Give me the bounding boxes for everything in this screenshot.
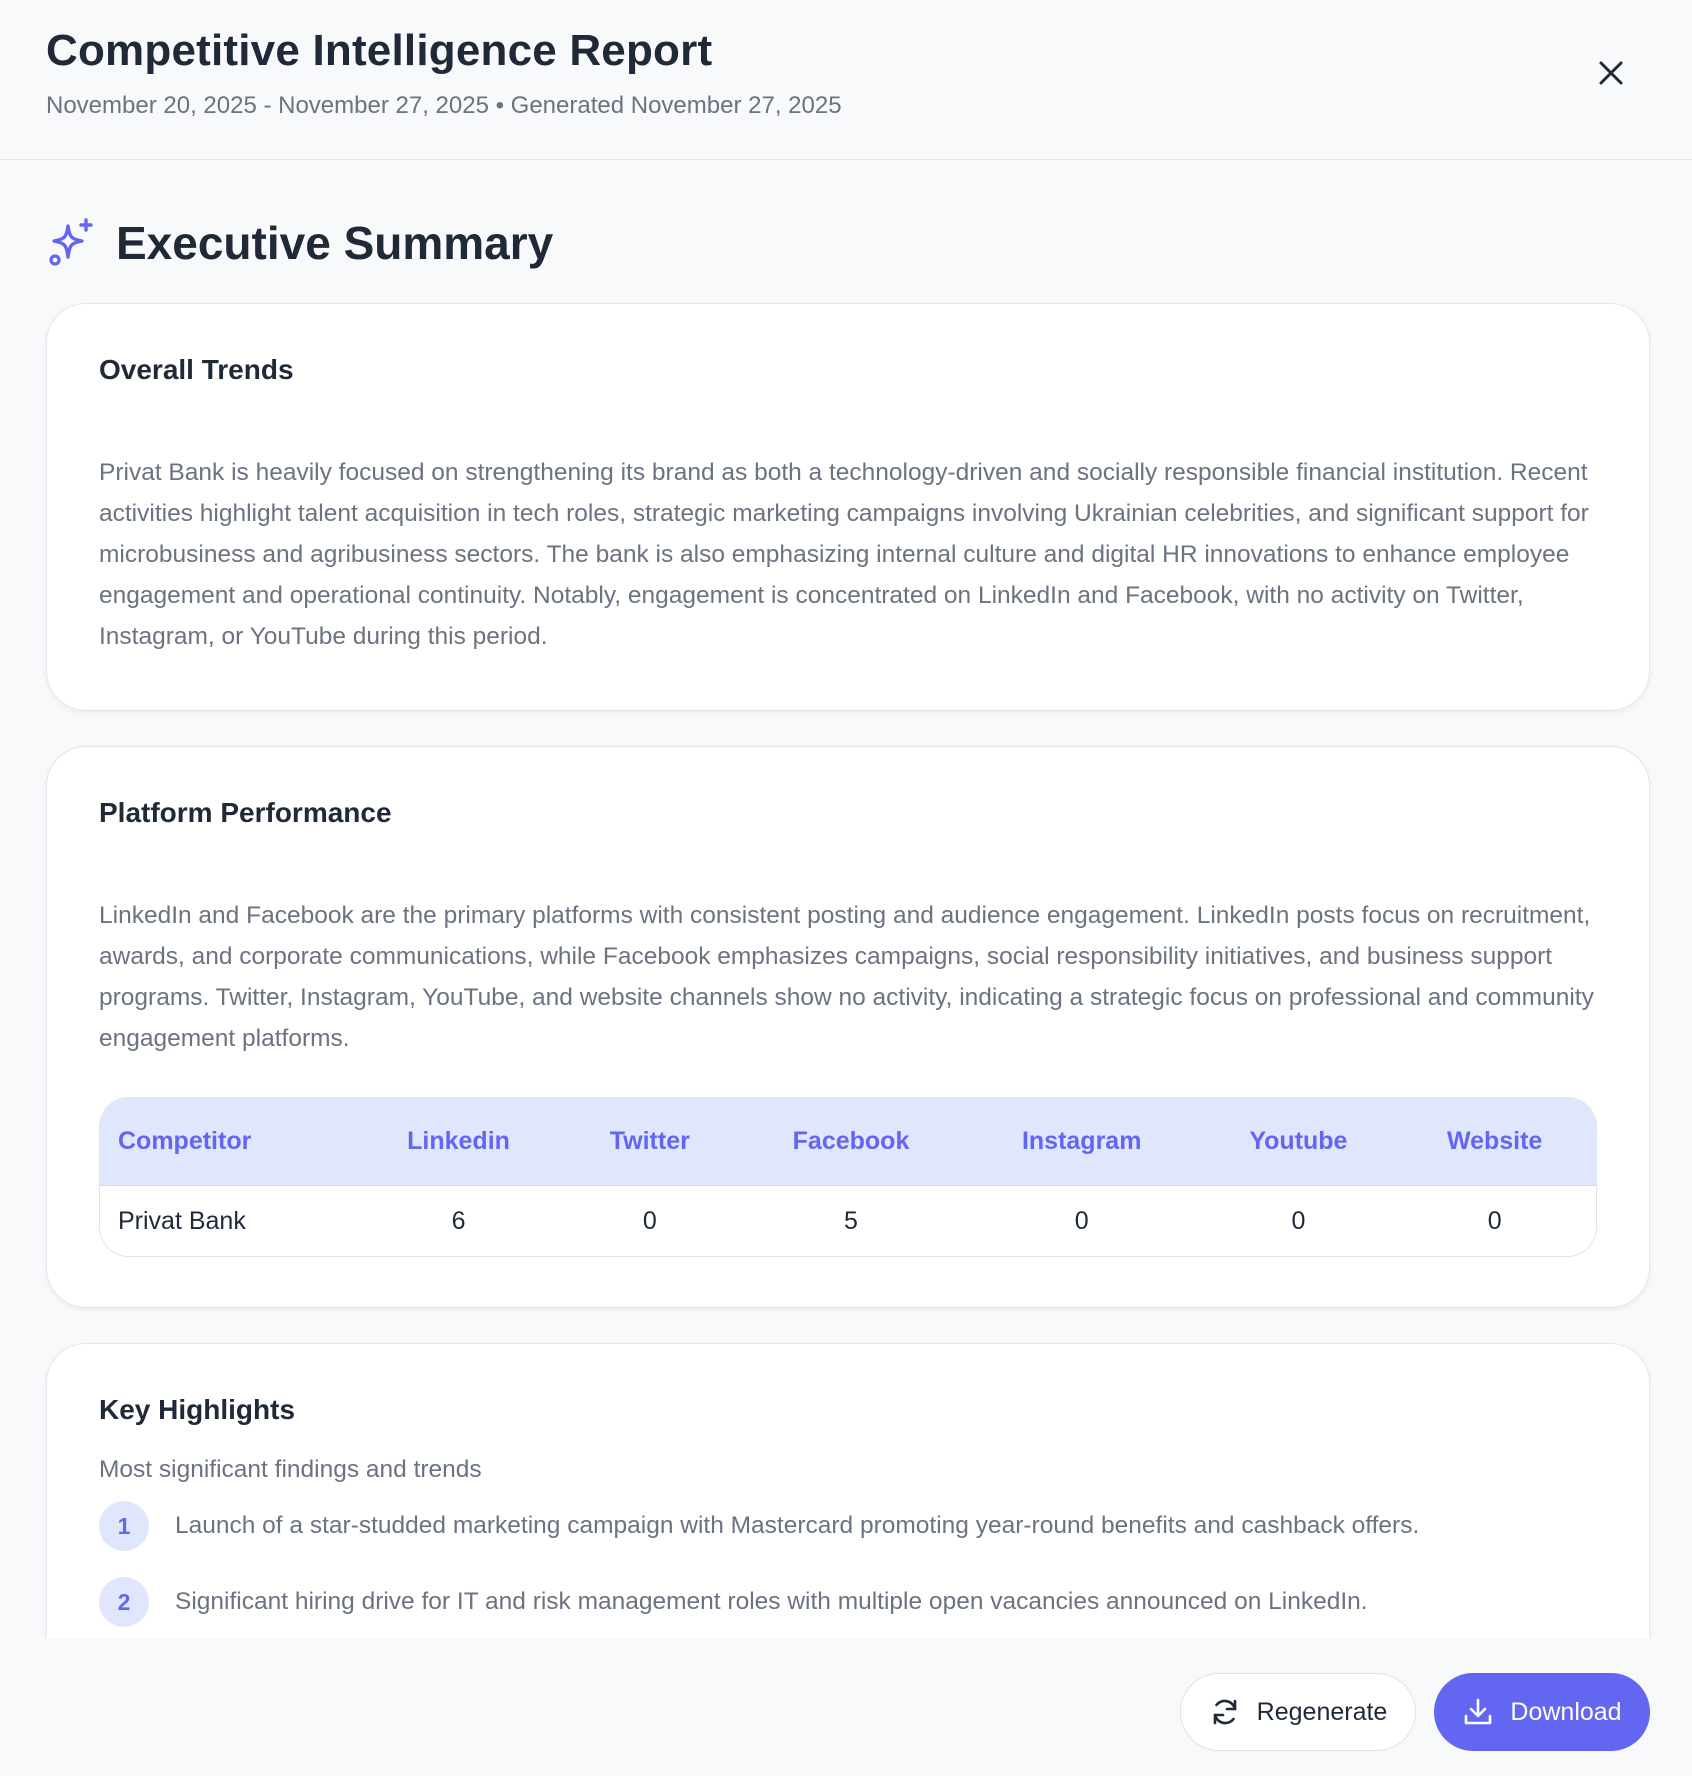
list-item: 2 Significant hiring drive for IT and ri…: [99, 1577, 1368, 1627]
column-header-instagram: Instagram: [1021, 1127, 1142, 1155]
executive-summary-heading: Executive Summary: [46, 213, 553, 273]
download-icon: [1465, 1698, 1492, 1725]
table-header-row: Competitor Linkedin Twitter Facebook Ins…: [100, 1098, 1596, 1186]
card-subtitle: Most significant findings and trends: [99, 1456, 482, 1483]
column-header-youtube: Youtube: [1249, 1127, 1348, 1155]
card-body-text: LinkedIn and Facebook are the primary pl…: [99, 902, 1594, 1052]
overall-trends-card: Overall Trends Privat Bank is heavily fo…: [46, 303, 1650, 711]
column-header-linkedin: Linkedin: [407, 1127, 510, 1155]
table-row: Privat Bank 6 0 5 0 0 0: [100, 1186, 1596, 1256]
highlight-number-badge: 2: [99, 1577, 149, 1627]
report-header: Competitive Intelligence Report November…: [0, 0, 1692, 160]
column-header-competitor: Competitor: [118, 1127, 252, 1155]
highlight-number-badge: 1: [99, 1501, 149, 1551]
table-cell-website: 0: [1487, 1207, 1502, 1235]
table-cell-facebook: 5: [844, 1207, 858, 1235]
list-item: 1 Launch of a star-studded marketing cam…: [99, 1501, 1419, 1551]
platform-table: Competitor Linkedin Twitter Facebook Ins…: [99, 1097, 1597, 1257]
regenerate-label: Regenerate: [1256, 1697, 1388, 1726]
download-button[interactable]: Download: [1434, 1673, 1650, 1751]
close-button[interactable]: [1590, 52, 1632, 94]
card-title: Platform Performance: [99, 797, 392, 828]
key-highlights-card: Key Highlights Most significant findings…: [46, 1343, 1650, 1638]
column-header-facebook: Facebook: [792, 1127, 910, 1155]
table-cell-twitter: 0: [642, 1207, 657, 1235]
card-title: Key Highlights: [99, 1394, 296, 1425]
highlight-text: Launch of a star-studded marketing campa…: [175, 1512, 1420, 1539]
column-header-twitter: Twitter: [609, 1127, 690, 1155]
card-title: Overall Trends: [99, 354, 294, 385]
refresh-icon: [1213, 1699, 1236, 1725]
report-scroll-area[interactable]: Executive Summary Overall Trends Privat …: [0, 161, 1692, 1638]
close-icon: [1599, 61, 1623, 85]
platform-performance-card: Platform Performance LinkedIn and Facebo…: [46, 746, 1650, 1308]
report-footer: Regenerate Download: [0, 1638, 1692, 1776]
page-title: Competitive Intelligence Report: [46, 26, 713, 75]
download-label: Download: [1510, 1697, 1622, 1726]
regenerate-button[interactable]: Regenerate: [1180, 1673, 1416, 1751]
table-cell-instagram: 0: [1074, 1207, 1089, 1235]
report-date-range: November 20, 2025 - November 27, 2025 • …: [46, 92, 842, 119]
column-header-website: Website: [1446, 1127, 1543, 1155]
table-cell-competitor: Privat Bank: [118, 1207, 246, 1235]
highlight-text: Significant hiring drive for IT and risk…: [175, 1588, 1368, 1615]
sparkle-icon: [49, 218, 93, 266]
section-title: Executive Summary: [116, 217, 554, 269]
card-body-text: Privat Bank is heavily focused on streng…: [99, 459, 1589, 650]
table-cell-linkedin: 6: [451, 1207, 466, 1235]
table-cell-youtube: 0: [1291, 1207, 1306, 1235]
